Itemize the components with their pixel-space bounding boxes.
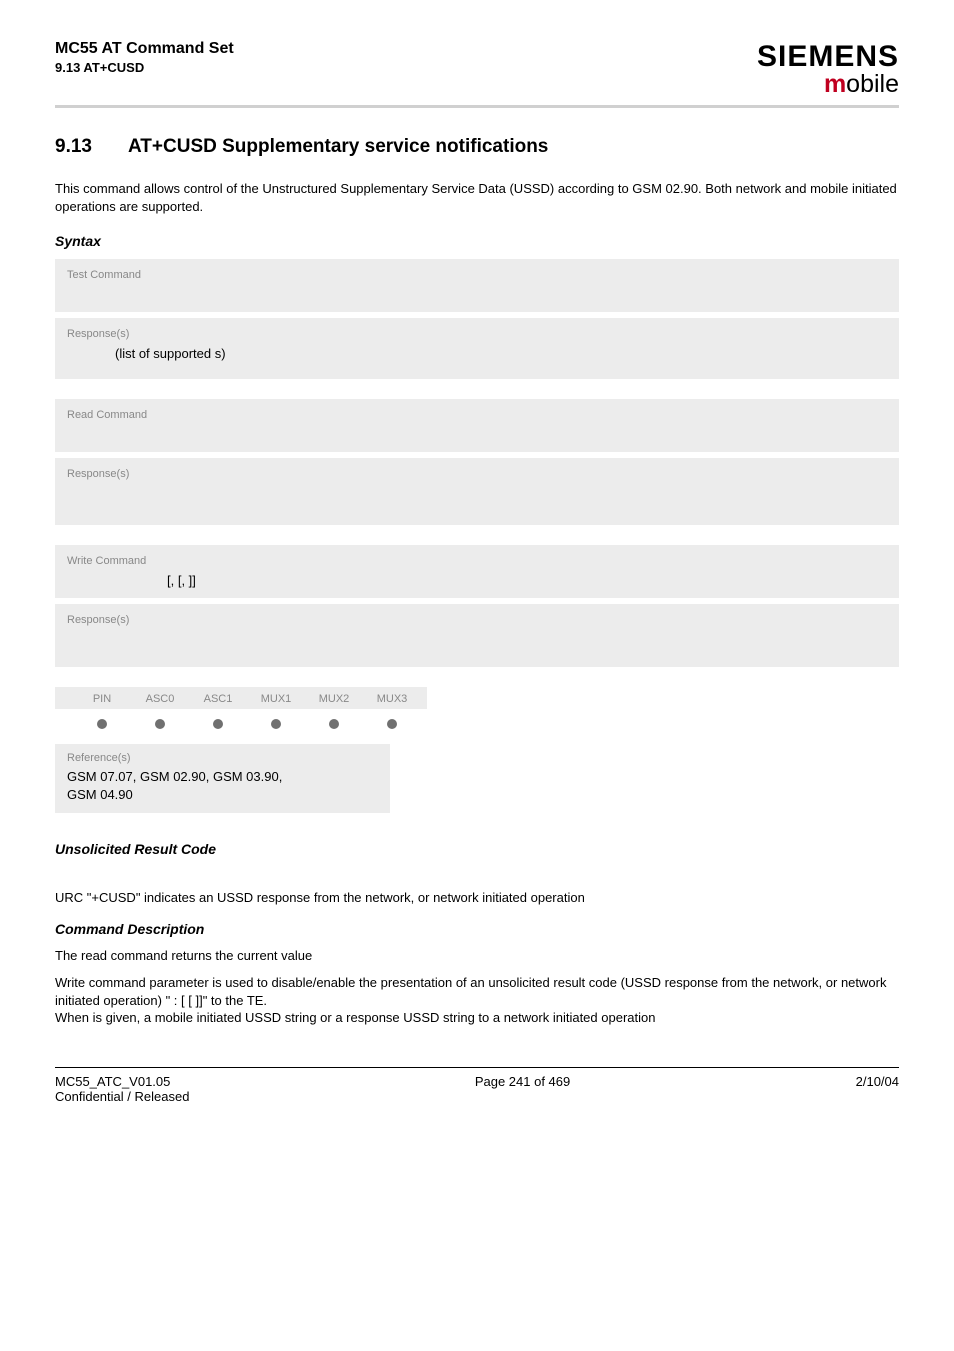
pin-col-mux1: MUX1 (247, 693, 305, 705)
section-number: 9.13 (55, 136, 92, 158)
read-response-label: Response(s) (67, 468, 887, 480)
dot-icon (329, 719, 339, 729)
syntax-label: Syntax (55, 233, 899, 249)
pin-col-asc1: ASC1 (189, 693, 247, 705)
dot-icon (155, 719, 165, 729)
doc-title: MC55 AT Command Set (55, 40, 234, 58)
page-footer: MC55_ATC_V01.05 Confidential / Released … (55, 1067, 899, 1104)
references-block: Reference(s) GSM 07.07, GSM 02.90, GSM 0… (55, 744, 390, 813)
test-response-label: Response(s) (67, 328, 887, 340)
test-command-block: Test Command (55, 259, 899, 312)
write-response-block: Response(s) (55, 604, 899, 667)
test-response-body: (list of supported s) (115, 346, 226, 361)
brand-m-glyph: m (824, 70, 846, 98)
cmd-desc-write-2: When is given, a mobile initiated USSD s… (55, 1010, 655, 1025)
dot-icon (387, 719, 397, 729)
write-command-block: Write Command [, [, ]] (55, 545, 899, 598)
urc-body: URC "+CUSD" indicates an USSD response f… (55, 889, 899, 907)
write-command-body: [, [, ]] (167, 573, 196, 588)
command-description-label: Command Description (55, 921, 899, 937)
dot-icon (97, 719, 107, 729)
references-line1: GSM 07.07, GSM 02.90, GSM 03.90, (67, 768, 378, 786)
brand-sublogo: mobile (757, 70, 899, 99)
header-right: SIEMENS mobile (757, 40, 899, 99)
read-command-label: Read Command (67, 409, 887, 421)
cmd-desc-read: The read command returns the current val… (55, 947, 899, 965)
test-response-block: Response(s) (list of supported s) (55, 318, 899, 379)
pin-value-row (55, 709, 427, 734)
pin-col-pin: PIN (73, 693, 131, 705)
dot-icon (271, 719, 281, 729)
brand-rest: obile (846, 70, 899, 98)
references-label: Reference(s) (67, 752, 378, 764)
references-line2: GSM 04.90 (67, 786, 378, 804)
read-response-body (67, 486, 887, 501)
write-command-label: Write Command (67, 555, 887, 567)
doc-subsection: 9.13 AT+CUSD (55, 60, 234, 75)
dot-icon (213, 719, 223, 729)
footer-date: 2/10/04 (856, 1074, 899, 1104)
footer-page: Page 241 of 469 (189, 1074, 855, 1104)
read-command-body (67, 427, 887, 442)
header-left: MC55 AT Command Set 9.13 AT+CUSD (55, 40, 234, 75)
test-command-label: Test Command (67, 269, 887, 281)
footer-confidentiality: Confidential / Released (55, 1089, 189, 1104)
cmd-desc-write-1: Write command parameter is used to disab… (55, 975, 886, 1008)
pin-col-asc0: ASC0 (131, 693, 189, 705)
urc-label: Unsolicited Result Code (55, 841, 899, 857)
test-command-body (67, 287, 887, 302)
write-response-body (67, 632, 887, 647)
read-command-block: Read Command (55, 399, 899, 452)
section-heading: 9.13 AT+CUSD Supplementary service notifi… (55, 136, 899, 158)
intro-paragraph: This command allows control of the Unstr… (55, 180, 899, 215)
pin-header-row: PIN ASC0 ASC1 MUX1 MUX2 MUX3 (55, 687, 427, 709)
pin-support-table: PIN ASC0 ASC1 MUX1 MUX2 MUX3 (55, 687, 427, 734)
footer-version: MC55_ATC_V01.05 (55, 1074, 189, 1089)
pin-col-mux2: MUX2 (305, 693, 363, 705)
pin-col-mux3: MUX3 (363, 693, 421, 705)
read-response-block: Response(s) (55, 458, 899, 525)
write-response-label: Response(s) (67, 614, 887, 626)
section-title: AT+CUSD Supplementary service notificati… (128, 136, 548, 157)
page-header: MC55 AT Command Set 9.13 AT+CUSD SIEMENS… (55, 40, 899, 108)
brand-logo: SIEMENS (757, 40, 899, 74)
